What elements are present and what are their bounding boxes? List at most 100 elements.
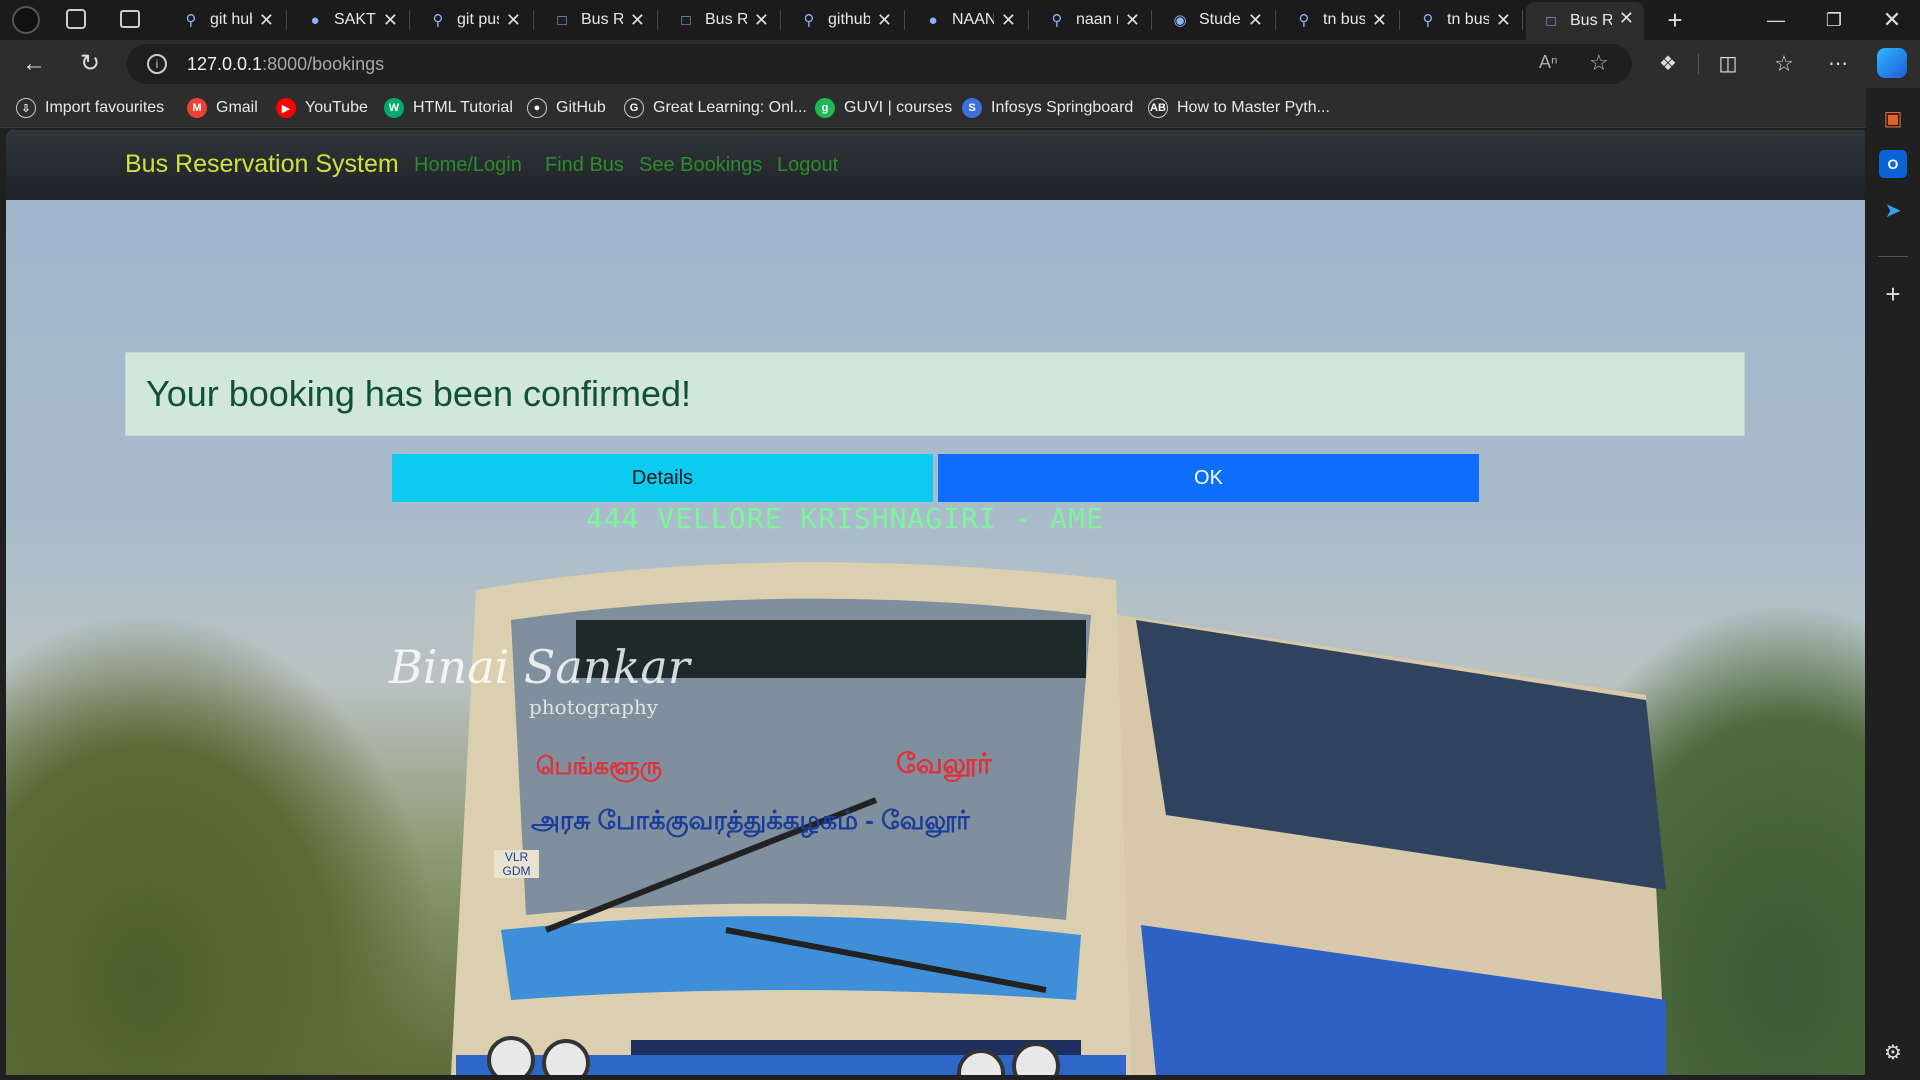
nav-home-login[interactable]: Home/Login xyxy=(414,154,522,177)
extensions-icon[interactable]: ❖ xyxy=(1652,50,1684,78)
browser-tab[interactable]: ⚲ github ✕ xyxy=(784,4,902,36)
browser-tab[interactable]: ⚲ git pus ✕ xyxy=(413,4,531,36)
nav-see-bookings[interactable]: See Bookings xyxy=(639,154,762,177)
back-arrow-icon[interactable]: ← xyxy=(18,50,50,78)
refresh-icon[interactable]: ↻ xyxy=(74,50,106,78)
url-host: 127.0.0.1 xyxy=(187,54,263,74)
tab-title: Bus Re xyxy=(1570,12,1612,29)
new-tab-button[interactable]: + xyxy=(1655,6,1695,34)
favorites-icon[interactable]: ☆ xyxy=(1768,50,1800,78)
bookmark-item[interactable]: ● GitHub xyxy=(527,97,606,119)
browser-tab[interactable]: □ Bus Re ✕ xyxy=(537,4,655,36)
site-info-icon[interactable]: i xyxy=(147,54,167,74)
bookmark-label: YouTube xyxy=(305,99,368,116)
github-icon: ● xyxy=(928,11,938,29)
more-menu-icon[interactable]: ⋯ xyxy=(1822,50,1854,78)
search-icon: ⚲ xyxy=(1298,12,1310,29)
close-tab-icon[interactable]: ✕ xyxy=(1372,10,1387,31)
navigation-bar: ← ↻ i 127.0.0.1:8000/bookings Aⁿ ☆ ❖ ◫ ☆… xyxy=(0,40,1920,88)
restore-button[interactable]: ❐ xyxy=(1814,6,1854,34)
page-icon: □ xyxy=(557,11,567,29)
bookmark-label: GUVI | courses xyxy=(844,99,953,116)
browser-tab[interactable]: ⚲ naan m ✕ xyxy=(1032,4,1150,36)
bookmark-item[interactable]: W HTML Tutorial xyxy=(384,97,513,119)
favorite-star-icon[interactable]: ☆ xyxy=(1589,50,1609,76)
tab-title: Bus Re xyxy=(581,11,623,28)
bookmark-item[interactable]: M Gmail xyxy=(187,97,258,119)
page-icon: □ xyxy=(681,11,691,29)
bookmark-item[interactable]: S Infosys Springboard xyxy=(962,97,1133,119)
close-window-button[interactable]: ✕ xyxy=(1872,6,1912,34)
w3schools-icon: W xyxy=(384,98,404,118)
address-bar[interactable]: i 127.0.0.1:8000/bookings Aⁿ ☆ xyxy=(127,44,1632,84)
browser-tab[interactable]: ⚲ git hub ✕ xyxy=(166,4,284,36)
tamil-corporation-name: அரசு போக்குவரத்துக்கழகம் - வேலூர் xyxy=(531,805,970,835)
bookmark-label: Gmail xyxy=(216,99,258,116)
search-icon: ⚲ xyxy=(803,12,815,29)
bookmark-item[interactable]: AB How to Master Pyth... xyxy=(1148,97,1330,119)
bus-background-image: 444 VELLORE KRISHNAGIRI - AME பெங்களூரு … xyxy=(6,200,1865,1075)
nav-find-bus[interactable]: Find Bus xyxy=(545,154,624,177)
close-tab-icon[interactable]: ✕ xyxy=(1496,10,1511,31)
url-text[interactable]: 127.0.0.1:8000/bookings xyxy=(187,54,384,75)
close-tab-icon[interactable]: ✕ xyxy=(1619,8,1634,29)
send-icon[interactable]: ➤ xyxy=(1879,196,1907,224)
ok-button[interactable]: OK xyxy=(938,454,1479,502)
browser-tab[interactable]: □ Bus Re ✕ xyxy=(661,4,779,36)
nav-logout[interactable]: Logout xyxy=(777,154,838,177)
watermark-subtitle: photography xyxy=(529,695,659,719)
close-tab-icon[interactable]: ✕ xyxy=(1001,10,1016,31)
site-navbar: Bus Reservation System Home/Login Find B… xyxy=(6,130,1865,200)
minimize-button[interactable]: — xyxy=(1756,6,1796,34)
search-icon: ⚲ xyxy=(1422,12,1434,29)
watermark-name: Binai Sankar xyxy=(389,640,690,694)
youtube-icon: ▶ xyxy=(276,98,296,118)
gmail-icon: M xyxy=(187,98,207,118)
tamil-destination-left: பெங்களூரு xyxy=(536,753,663,780)
route-sign-text: 444 VELLORE KRISHNAGIRI - AME xyxy=(586,502,1104,535)
details-button[interactable]: Details xyxy=(392,454,933,502)
settings-gear-icon[interactable]: ⚙ xyxy=(1879,1038,1907,1066)
headlight-left-2 xyxy=(542,1039,590,1075)
tab-actions-icon[interactable] xyxy=(120,10,140,28)
bookmark-label: Infosys Springboard xyxy=(991,99,1134,116)
bookmark-item[interactable]: G Great Learning: Onl... xyxy=(624,97,807,119)
bookmark-item[interactable]: g GUVI | courses xyxy=(815,97,952,119)
bookmark-item[interactable]: ⇩ Import favourites xyxy=(16,97,164,119)
workspaces-icon[interactable] xyxy=(66,9,86,29)
close-tab-icon[interactable]: ✕ xyxy=(506,10,521,31)
browser-tab[interactable]: ● SAKTH ✕ xyxy=(290,4,408,36)
browser-tab[interactable]: ◉ Studen ✕ xyxy=(1155,4,1273,36)
guvi-icon: g xyxy=(815,98,835,118)
student-icon: ◉ xyxy=(1173,12,1187,29)
ab-icon: AB xyxy=(1148,98,1168,118)
close-tab-icon[interactable]: ✕ xyxy=(383,10,398,31)
brand-title[interactable]: Bus Reservation System xyxy=(125,150,399,179)
close-tab-icon[interactable]: ✕ xyxy=(877,10,892,31)
tab-separator xyxy=(780,10,781,30)
browser-tab[interactable]: ⚲ tn bus ✕ xyxy=(1279,4,1397,36)
close-tab-icon[interactable]: ✕ xyxy=(1248,10,1263,31)
tab-title: NAAN xyxy=(952,11,994,28)
close-tab-icon[interactable]: ✕ xyxy=(1125,10,1140,31)
sidebar-divider xyxy=(1878,256,1908,257)
browser-tab[interactable]: ● NAAN ✕ xyxy=(908,4,1026,36)
browser-tab[interactable]: □ Bus Re ✕ xyxy=(1526,2,1644,40)
page-icon: □ xyxy=(1546,12,1556,30)
split-screen-icon[interactable]: ◫ xyxy=(1712,50,1744,78)
headlight-right-1 xyxy=(957,1049,1005,1075)
close-tab-icon[interactable]: ✕ xyxy=(754,10,769,31)
tab-separator xyxy=(533,10,534,30)
bookmark-item[interactable]: ▶ YouTube xyxy=(276,97,368,119)
close-tab-icon[interactable]: ✕ xyxy=(259,10,274,31)
briefcase-icon[interactable]: ▣ xyxy=(1879,104,1907,132)
add-sidebar-icon[interactable]: + xyxy=(1879,279,1907,309)
great-learning-icon: G xyxy=(624,98,644,118)
profile-avatar[interactable] xyxy=(12,6,40,34)
copilot-icon[interactable] xyxy=(1877,48,1907,78)
browser-tab[interactable]: ⚲ tn bus ✕ xyxy=(1403,4,1521,36)
bus-illustration xyxy=(451,562,1666,1075)
close-tab-icon[interactable]: ✕ xyxy=(630,10,645,31)
read-aloud-icon[interactable]: Aⁿ xyxy=(1539,52,1558,73)
outlook-icon[interactable]: O xyxy=(1879,150,1907,178)
